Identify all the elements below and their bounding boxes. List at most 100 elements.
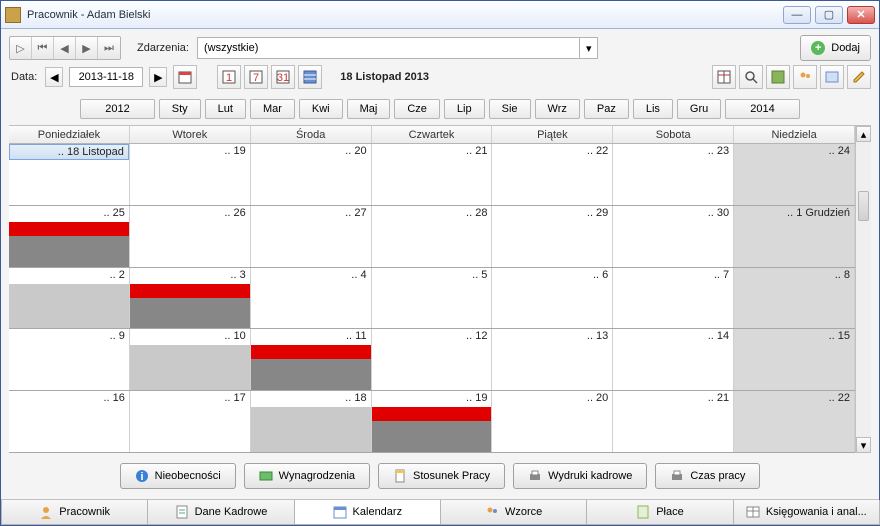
event-light[interactable]: [9, 284, 129, 329]
scroll-up-icon[interactable]: ▴: [856, 126, 871, 142]
month-Paz[interactable]: Paz: [584, 99, 629, 119]
day-cell[interactable]: .. 4: [251, 268, 372, 329]
day-cell[interactable]: .. 18 Listopad: [9, 144, 130, 205]
day-cell[interactable]: .. 5: [372, 268, 493, 329]
month-Lip[interactable]: Lip: [444, 99, 485, 119]
tab-payroll[interactable]: Płace: [586, 500, 733, 525]
day-cell[interactable]: .. 6: [492, 268, 613, 329]
day-cell[interactable]: .. 21: [372, 144, 493, 205]
month-Wrz[interactable]: Wrz: [535, 99, 580, 119]
month-Gru[interactable]: Gru: [677, 99, 721, 119]
day-cell[interactable]: .. 3: [130, 268, 251, 329]
month-Mar[interactable]: Mar: [250, 99, 295, 119]
next-year-button[interactable]: 2014: [725, 99, 799, 119]
month-Kwi[interactable]: Kwi: [299, 99, 343, 119]
event-gray[interactable]: [130, 298, 250, 329]
scroll-thumb[interactable]: [858, 191, 869, 221]
prev-year-button[interactable]: 2012: [80, 99, 154, 119]
tab-calendar[interactable]: Kalendarz: [294, 500, 441, 525]
date-next-icon[interactable]: ▶: [149, 67, 167, 87]
event-light[interactable]: [130, 345, 250, 390]
tool-users-icon[interactable]: [793, 65, 817, 89]
day-cell[interactable]: .. 23: [613, 144, 734, 205]
edit-icon[interactable]: [847, 65, 871, 89]
calendar-icon[interactable]: [173, 65, 197, 89]
day-cell[interactable]: .. 14: [613, 329, 734, 390]
event-gray[interactable]: [251, 359, 371, 390]
scroll-down-icon[interactable]: ▾: [856, 437, 871, 453]
event-red[interactable]: [372, 407, 492, 421]
nav-prev-icon[interactable]: ◀: [54, 37, 76, 59]
view-1-icon[interactable]: 1: [217, 65, 241, 89]
event-light[interactable]: [251, 407, 371, 452]
day-cell[interactable]: .. 20: [492, 391, 613, 452]
scrollbar[interactable]: ▴ ▾: [855, 126, 871, 453]
day-cell[interactable]: .. 11: [251, 329, 372, 390]
absence-button[interactable]: iNieobecności: [120, 463, 236, 489]
day-cell[interactable]: .. 29: [492, 206, 613, 267]
day-cell[interactable]: .. 24: [734, 144, 855, 205]
day-cell[interactable]: .. 27: [251, 206, 372, 267]
day-cell[interactable]: .. 19: [372, 391, 493, 452]
tool-view-icon[interactable]: [820, 65, 844, 89]
day-cell[interactable]: .. 21: [613, 391, 734, 452]
day-cell[interactable]: .. 1 Grudzień: [734, 206, 855, 267]
day-cell[interactable]: .. 12: [372, 329, 493, 390]
print-button[interactable]: Wydruki kadrowe: [513, 463, 647, 489]
add-button[interactable]: + Dodaj: [800, 35, 871, 61]
day-cell[interactable]: .. 26: [130, 206, 251, 267]
day-cell[interactable]: .. 20: [251, 144, 372, 205]
tool-filter-icon[interactable]: [766, 65, 790, 89]
tab-accounting[interactable]: Księgowania i anal...: [733, 500, 880, 525]
day-cell[interactable]: .. 9: [9, 329, 130, 390]
tab-templates[interactable]: Wzorce: [440, 500, 587, 525]
day-cell[interactable]: .. 2: [9, 268, 130, 329]
month-Lis[interactable]: Lis: [633, 99, 673, 119]
close-button[interactable]: ✕: [847, 6, 875, 24]
date-input[interactable]: [69, 67, 143, 87]
day-cell[interactable]: .. 22: [734, 391, 855, 452]
day-cell[interactable]: .. 10: [130, 329, 251, 390]
event-gray[interactable]: [372, 421, 492, 452]
view-7-icon[interactable]: 7: [244, 65, 268, 89]
salary-button[interactable]: Wynagrodzenia: [244, 463, 370, 489]
nav-next-icon[interactable]: ▶: [76, 37, 98, 59]
maximize-button[interactable]: ▢: [815, 6, 843, 24]
day-cell[interactable]: .. 25: [9, 206, 130, 267]
day-cell[interactable]: .. 13: [492, 329, 613, 390]
month-Sie[interactable]: Sie: [489, 99, 531, 119]
tab-employee[interactable]: Pracownik: [1, 500, 148, 525]
day-label: .. 15: [734, 329, 854, 345]
month-Maj[interactable]: Maj: [347, 99, 391, 119]
event-red[interactable]: [130, 284, 250, 298]
tool-table-icon[interactable]: [712, 65, 736, 89]
view-31-icon[interactable]: 31: [271, 65, 295, 89]
day-cell[interactable]: .. 17: [130, 391, 251, 452]
events-select[interactable]: (wszystkie) ▾: [197, 37, 598, 59]
day-cell[interactable]: .. 18: [251, 391, 372, 452]
day-cell[interactable]: .. 7: [613, 268, 734, 329]
event-red[interactable]: [9, 222, 129, 236]
date-prev-icon[interactable]: ◀: [45, 67, 63, 87]
day-cell[interactable]: .. 22: [492, 144, 613, 205]
day-cell[interactable]: .. 30: [613, 206, 734, 267]
tab-hr-data[interactable]: Dane Kadrowe: [147, 500, 294, 525]
employment-button[interactable]: Stosunek Pracy: [378, 463, 505, 489]
view-grid-icon[interactable]: [298, 65, 322, 89]
day-cell[interactable]: .. 28: [372, 206, 493, 267]
nav-last-icon[interactable]: ⏭: [98, 37, 120, 59]
worktime-button[interactable]: Czas pracy: [655, 463, 760, 489]
month-Sty[interactable]: Sty: [159, 99, 201, 119]
nav-first-icon[interactable]: ⏮: [32, 37, 54, 59]
day-cell[interactable]: .. 15: [734, 329, 855, 390]
day-cell[interactable]: .. 19: [130, 144, 251, 205]
event-red[interactable]: [251, 345, 371, 359]
search-icon[interactable]: [739, 65, 763, 89]
day-cell[interactable]: .. 8: [734, 268, 855, 329]
month-Cze[interactable]: Cze: [394, 99, 440, 119]
minimize-button[interactable]: —: [783, 6, 811, 24]
day-cell[interactable]: .. 16: [9, 391, 130, 452]
month-Lut[interactable]: Lut: [205, 99, 246, 119]
nav-play-icon[interactable]: ▷: [10, 37, 32, 59]
event-gray[interactable]: [9, 236, 129, 267]
